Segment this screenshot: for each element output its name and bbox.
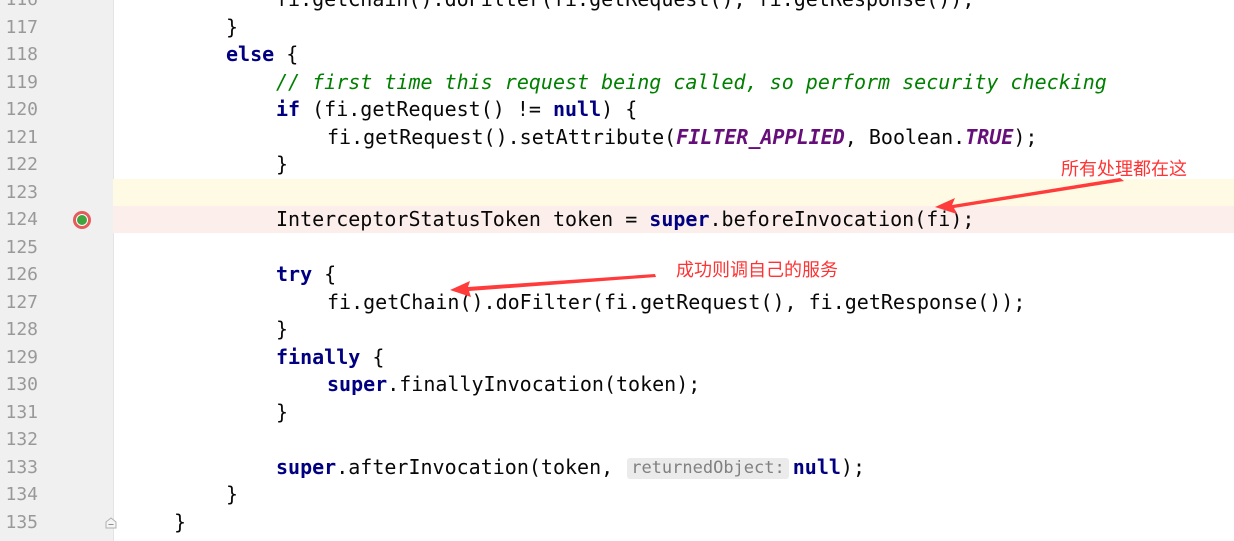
- code-token: fi.getChain().doFilter(fi.getRequest(), …: [327, 290, 1026, 314]
- code-token: TRUE: [965, 125, 1014, 149]
- code-token: }: [276, 317, 289, 341]
- fold-marker-icon[interactable]: [104, 516, 118, 530]
- code-text: // first time this request being called,…: [276, 69, 1107, 96]
- code-line[interactable]: 125: [0, 234, 1234, 261]
- code-token: );: [1013, 125, 1038, 149]
- code-text: finally {: [276, 344, 384, 371]
- code-text: }: [276, 399, 288, 426]
- line-number: 133: [5, 457, 38, 478]
- line-number: 121: [5, 127, 38, 148]
- code-token: super: [276, 455, 337, 479]
- code-token: FILTER_APPLIED: [676, 125, 845, 149]
- line-number: 131: [5, 402, 38, 423]
- code-text: InterceptorStatusToken token = super.bef…: [276, 206, 974, 233]
- code-text: }: [226, 14, 238, 41]
- code-text: }: [276, 316, 288, 343]
- code-text: try {: [276, 261, 336, 288]
- code-line[interactable]: 133 super.afterInvocation(token, returned…: [0, 454, 1234, 481]
- code-token: .beforeInvocation(fi);: [709, 207, 975, 231]
- line-number: 128: [5, 319, 38, 340]
- line-number: 123: [5, 182, 38, 203]
- code-token: .afterInvocation(token,: [336, 455, 626, 479]
- code-token: super: [327, 372, 388, 396]
- code-token: null: [552, 97, 602, 121]
- line-number: 124: [5, 209, 38, 230]
- code-token: {: [274, 42, 299, 66]
- code-line[interactable]: 124 InterceptorStatusToken token = super.…: [5, 206, 1234, 233]
- code-token: );: [840, 455, 865, 479]
- code-line[interactable]: 134}: [0, 481, 1234, 508]
- parameter-hint: returnedObject:: [627, 458, 789, 479]
- code-text: if (fi.getRequest() != null) {: [276, 96, 637, 123]
- code-text: }: [276, 151, 288, 178]
- code-token: super: [649, 207, 710, 231]
- line-number: 126: [5, 264, 38, 285]
- line-number: 135: [5, 512, 38, 533]
- code-token: (fi.getRequest() !=: [300, 97, 553, 121]
- code-token: fi.getRequest().setAttribute(: [327, 125, 677, 149]
- code-token: fi.getChain().doFilter(fi.getRequest(), …: [276, 0, 974, 11]
- code-line[interactable]: 118 else {: [0, 41, 1234, 68]
- code-token: }: [276, 400, 289, 424]
- code-token: // first time this request being called,…: [276, 70, 1107, 94]
- code-line[interactable]: 135}: [0, 509, 1234, 536]
- code-token: else: [226, 42, 275, 66]
- code-text: super.finallyInvocation(token);: [327, 371, 700, 398]
- code-line[interactable]: 129 finally {: [0, 344, 1234, 371]
- code-line[interactable]: 117}: [0, 14, 1234, 41]
- line-number: 130: [5, 374, 38, 395]
- code-token: InterceptorStatusToken token =: [276, 207, 650, 231]
- line-number: 117: [5, 17, 38, 38]
- line-number: 125: [5, 237, 38, 258]
- line-number: 132: [5, 429, 38, 450]
- code-token: {: [360, 345, 385, 369]
- code-line[interactable]: 121 fi.getRequest().setAttribute(FILTER_A…: [0, 124, 1234, 151]
- code-token: {: [312, 262, 337, 286]
- code-line[interactable]: 120 if (fi.getRequest() != null) {: [0, 96, 1234, 123]
- code-token: }: [226, 15, 239, 39]
- code-text: super.afterInvocation(token, returnedObj…: [276, 454, 865, 481]
- code-text: fi.getChain().doFilter(fi.getRequest(), …: [327, 289, 1025, 316]
- line-number: 120: [5, 99, 38, 120]
- code-line[interactable]: 131}: [0, 399, 1234, 426]
- code-line[interactable]: 128}: [0, 316, 1234, 343]
- code-text: }: [226, 481, 238, 508]
- code-token: finally: [276, 345, 361, 369]
- code-token: ) {: [601, 97, 638, 121]
- breakpoint-verified-mark: [76, 214, 88, 226]
- annotation-do-filter: 成功则调自己的服务: [676, 260, 838, 281]
- code-text: }: [174, 509, 186, 536]
- code-token: }: [276, 152, 289, 176]
- code-token: }: [226, 482, 239, 506]
- line-number: 119: [5, 72, 38, 93]
- code-line[interactable]: 123: [5, 179, 1234, 206]
- code-text: fi.getRequest().setAttribute(FILTER_APPL…: [327, 124, 1037, 151]
- line-number: 122: [5, 154, 38, 175]
- code-text: else {: [226, 41, 298, 68]
- code-line[interactable]: 132: [0, 426, 1234, 453]
- code-line[interactable]: 122}: [0, 151, 1234, 178]
- code-text: fi.getChain().doFilter(fi.getRequest(), …: [276, 0, 974, 13]
- code-line[interactable]: 130 super.finallyInvocation(token);: [0, 371, 1234, 398]
- code-line[interactable]: 127 fi.getChain().doFilter(fi.getRequest(…: [0, 289, 1234, 316]
- line-number: 129: [5, 347, 38, 368]
- breakpoint-icon[interactable]: [73, 211, 91, 229]
- code-line[interactable]: 126 try {: [0, 261, 1234, 288]
- code-token: , Boolean.: [844, 125, 966, 149]
- annotation-before-invocation: 所有处理都在这: [1061, 159, 1187, 180]
- code-line[interactable]: 119 // first time this request being call…: [0, 69, 1234, 96]
- code-token: }: [174, 510, 187, 534]
- line-number: 118: [5, 44, 38, 65]
- code-line[interactable]: 116 fi.getChain().doFilter(fi.getRequest(…: [0, 0, 1234, 13]
- code-token: null: [792, 455, 841, 479]
- code-token: if: [276, 97, 301, 121]
- line-number: 116: [0, 0, 38, 13]
- code-token: .finallyInvocation(token);: [387, 372, 701, 396]
- code-token: try: [276, 262, 313, 286]
- line-number: 127: [5, 292, 38, 313]
- line-number: 134: [5, 484, 38, 505]
